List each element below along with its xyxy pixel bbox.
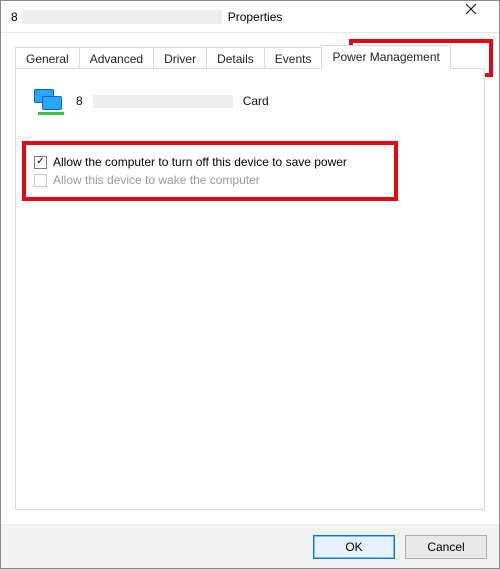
option-allow-turn-off-label: Allow the computer to turn off this devi… (53, 155, 347, 169)
close-icon (465, 3, 477, 15)
device-row: 8 Card (34, 87, 470, 115)
tab-details[interactable]: Details (206, 47, 265, 70)
option-allow-wake-label: Allow this device to wake the computer (53, 173, 260, 187)
close-button[interactable] (451, 3, 491, 31)
tab-panel-power-management: 8 Card ✓ Allow the computer to turn off … (15, 68, 485, 510)
title-redacted (22, 10, 222, 24)
ok-button[interactable]: OK (313, 535, 395, 559)
tab-general[interactable]: General (15, 47, 80, 70)
power-options: ✓ Allow the computer to turn off this de… (30, 145, 470, 197)
tab-advanced[interactable]: Advanced (79, 47, 154, 70)
device-name-suffix: Card (243, 94, 269, 108)
cancel-button[interactable]: Cancel (405, 535, 487, 559)
network-card-icon (34, 87, 66, 115)
checkbox-allow-wake (34, 174, 47, 187)
device-name-prefix: 8 (76, 94, 83, 108)
checkbox-allow-turn-off[interactable]: ✓ (34, 156, 47, 169)
properties-window: 8 Properties General Advanced Driver Det… (0, 0, 500, 569)
content-area: General Advanced Driver Details Events P… (1, 33, 499, 524)
tab-events[interactable]: Events (264, 47, 323, 70)
title-suffix: Properties (228, 10, 283, 24)
option-allow-turn-off[interactable]: ✓ Allow the computer to turn off this de… (34, 155, 466, 169)
button-bar: OK Cancel (1, 524, 499, 568)
tabs: General Advanced Driver Details Events P… (15, 43, 485, 69)
highlight-options (22, 141, 398, 201)
device-name-redacted (93, 95, 233, 108)
tab-driver[interactable]: Driver (153, 47, 207, 70)
option-allow-wake: Allow this device to wake the computer (34, 173, 466, 187)
titlebar: 8 Properties (1, 1, 499, 33)
title-prefix: 8 (11, 10, 18, 24)
tab-power-management[interactable]: Power Management (321, 45, 450, 69)
